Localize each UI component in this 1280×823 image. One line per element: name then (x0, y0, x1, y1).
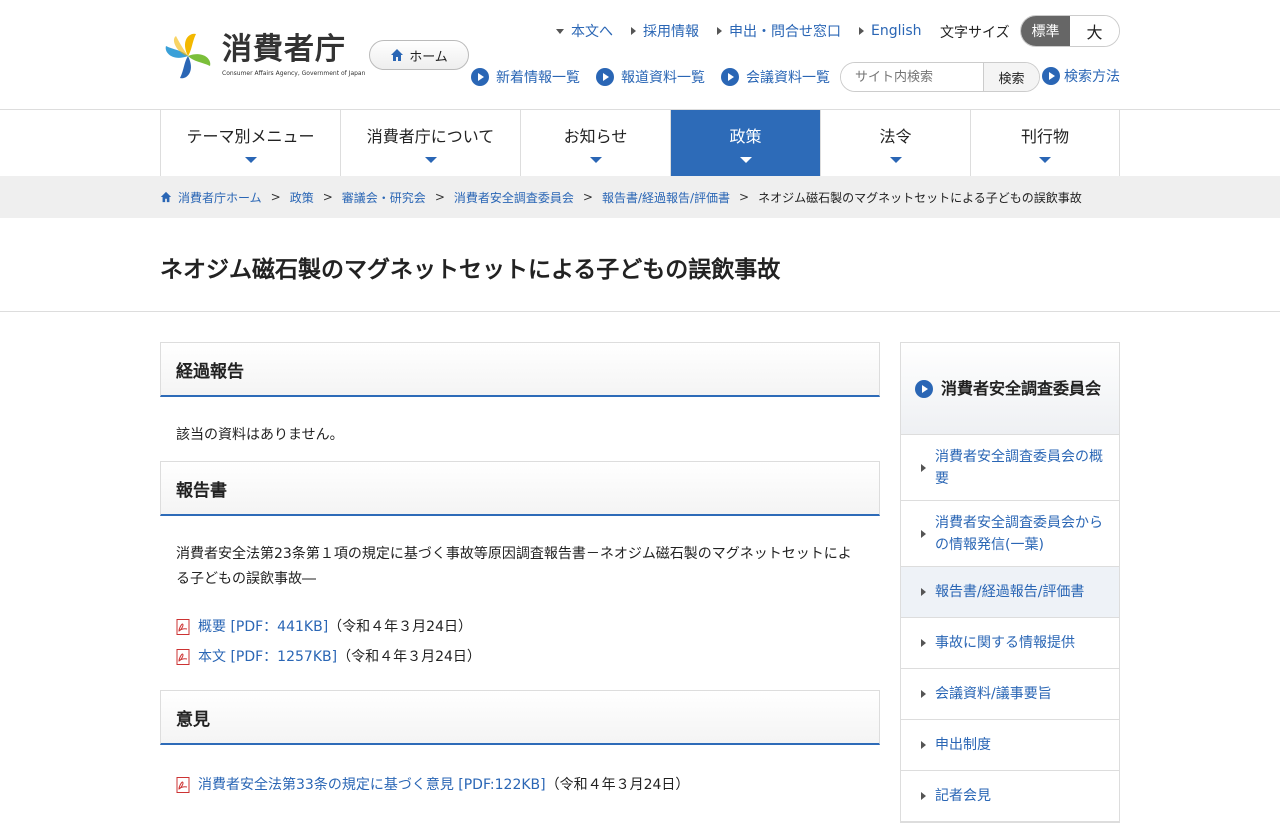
gnav-theme-menu[interactable]: テーマ別メニュー (161, 110, 341, 176)
press-release-list-link[interactable]: 報道資料一覧 (596, 67, 705, 87)
pdf-icon (176, 649, 190, 665)
breadcrumb-separator: > (582, 190, 593, 204)
recruit-link[interactable]: 採用情報 (631, 21, 699, 41)
sidebar-item-overview[interactable]: 消費者安全調査委員会の概要 (901, 435, 1119, 501)
main-content: 経過報告 該当の資料はありません。 報告書 消費者安全法第23条第１項の規定に基… (160, 342, 880, 800)
triangle-right-icon (921, 741, 926, 749)
global-nav: テーマ別メニュー 消費者庁について お知らせ 政策 法令 刊行物 (160, 110, 1120, 176)
triangle-right-icon (921, 792, 926, 800)
meeting-materials-link[interactable]: 会議資料一覧 (721, 67, 830, 87)
triangle-right-icon (921, 690, 926, 698)
no-materials-message: 該当の資料はありません。 (176, 427, 344, 443)
house-icon (160, 191, 172, 203)
breadcrumb-separator: > (322, 190, 333, 204)
site-search: 検索 (840, 62, 1040, 92)
contact-link[interactable]: 申出・問合せ窓口 (717, 21, 841, 41)
report-summary-pdf-link[interactable]: 概要 [PDF：441KB] (198, 615, 328, 639)
triangle-right-icon (859, 27, 864, 35)
search-help-link[interactable]: 検索方法 (1042, 66, 1120, 86)
sidebar-item-press-conference[interactable]: 記者会見 (901, 771, 1119, 822)
circle-arrow-icon (1042, 67, 1060, 85)
home-button-label: ホーム (409, 49, 448, 65)
pdf-icon (176, 777, 190, 793)
sidebar: 消費者安全調査委員会 消費者安全調査委員会の概要 消費者安全調査委員会からの情報… (900, 342, 1120, 823)
search-input[interactable] (841, 63, 983, 91)
triangle-right-icon (631, 27, 636, 35)
site-logo[interactable]: 消費者庁 Consumer Affairs Agency, Government… (160, 30, 365, 82)
triangle-right-icon (921, 588, 926, 596)
sidebar-item-info-leaflet[interactable]: 消費者安全調査委員会からの情報発信(一葉) (901, 501, 1119, 567)
list-item: 消費者安全法第33条の規定に基づく意見 [PDF:122KB] （令和４年３月2… (176, 770, 864, 800)
search-button[interactable]: 検索 (983, 63, 1039, 91)
opinion-file-list: 消費者安全法第33条の規定に基づく意見 [PDF:122KB] （令和４年３月2… (160, 745, 880, 800)
gnav-laws[interactable]: 法令 (821, 110, 971, 176)
triangle-right-icon (717, 27, 722, 35)
breadcrumb-policy[interactable]: 政策 (290, 189, 314, 206)
logo-title: 消費者庁 (222, 32, 346, 67)
page-title: ネオジム磁石製のマグネットセットによる子どもの誤飲事故 (160, 257, 781, 283)
sidebar-item-meeting-materials[interactable]: 会議資料/議事要旨 (901, 669, 1119, 720)
file-date: （令和４年３月24日） (545, 777, 690, 793)
home-button[interactable]: ホーム (369, 40, 469, 70)
caret-down-icon (889, 157, 902, 163)
circle-arrow-icon (915, 379, 933, 398)
english-link[interactable]: English (859, 23, 922, 39)
font-size-label: 文字サイズ (940, 25, 1010, 41)
gnav-news[interactable]: お知らせ (521, 110, 671, 176)
breadcrumb-current: ネオジム磁石製のマグネットセットによる子どもの誤飲事故 (758, 190, 1082, 205)
house-icon (391, 49, 404, 61)
news-list-link[interactable]: 新着情報一覧 (471, 67, 580, 87)
pinwheel-logo-icon (165, 33, 211, 79)
breadcrumb-separator: > (434, 190, 445, 204)
caret-down-icon (739, 157, 752, 163)
gnav-publications[interactable]: 刊行物 (971, 110, 1120, 176)
sidebar-item-reports[interactable]: 報告書/経過報告/評価書 (901, 567, 1119, 618)
section-heading-opinion: 意見 (160, 690, 880, 745)
caret-down-icon (589, 157, 602, 163)
report-body-pdf-link[interactable]: 本文 [PDF：1257KB] (198, 645, 337, 669)
sidebar-item-request-system[interactable]: 申出制度 (901, 720, 1119, 771)
section-heading-progress: 経過報告 (160, 342, 880, 397)
utility-links: 本文へ 採用情報 申出・問合せ窓口 English (556, 20, 940, 42)
file-date: （令和４年３月24日） (337, 649, 481, 665)
file-date: （令和４年３月24日） (328, 619, 472, 635)
breadcrumb: 消費者庁ホーム > 政策 > 審議会・研究会 > 消費者安全調査委員会 > 報告… (0, 176, 1280, 218)
list-item: 概要 [PDF：441KB] （令和４年３月24日） (176, 612, 864, 642)
section-heading-report: 報告書 (160, 461, 880, 516)
opinion-pdf-link[interactable]: 消費者安全法第33条の規定に基づく意見 [PDF:122KB] (198, 773, 546, 797)
triangle-right-icon (921, 529, 926, 538)
report-file-list: 概要 [PDF：441KB] （令和４年３月24日） 本文 [PDF：1257K… (160, 592, 880, 690)
triangle-down-icon (556, 28, 564, 34)
report-description: 消費者安全法第23条第１項の規定に基づく事故等原因調査報告書－ネオジム磁石製のマ… (176, 546, 852, 587)
quick-links: 新着情報一覧 報道資料一覧 会議資料一覧 (471, 66, 846, 88)
font-size-standard-button[interactable]: 標準 (1021, 16, 1070, 46)
circle-arrow-icon (596, 68, 614, 86)
sidebar-item-accident-info[interactable]: 事故に関する情報提供 (901, 618, 1119, 669)
site-header: 消費者庁 Consumer Affairs Agency, Government… (0, 0, 1280, 110)
circle-arrow-icon (721, 68, 739, 86)
breadcrumb-reports[interactable]: 報告書/経過報告/評価書 (602, 189, 730, 206)
breadcrumb-separator: > (270, 190, 281, 204)
caret-down-icon (244, 157, 257, 163)
skip-to-content-link[interactable]: 本文へ (556, 21, 613, 41)
caret-down-icon (424, 157, 437, 163)
gnav-about[interactable]: 消費者庁について (341, 110, 521, 176)
caret-down-icon (1039, 157, 1051, 163)
triangle-right-icon (921, 463, 926, 472)
logo-subtitle: Consumer Affairs Agency, Government of J… (222, 70, 366, 77)
pdf-icon (176, 619, 190, 635)
breadcrumb-home[interactable]: 消費者庁ホーム (178, 189, 262, 206)
breadcrumb-separator: > (739, 190, 750, 204)
list-item: 本文 [PDF：1257KB] （令和４年３月24日） (176, 642, 864, 672)
sidebar-heading[interactable]: 消費者安全調査委員会 (901, 343, 1119, 435)
circle-arrow-icon (471, 68, 489, 86)
triangle-right-icon (921, 639, 926, 647)
font-size-switch: 標準 大 (1020, 15, 1120, 47)
gnav-policy[interactable]: 政策 (671, 110, 821, 176)
page-title-area: ネオジム磁石製のマグネットセットによる子どもの誤飲事故 (0, 218, 1280, 312)
breadcrumb-committee[interactable]: 消費者安全調査委員会 (454, 189, 574, 206)
breadcrumb-councils[interactable]: 審議会・研究会 (342, 189, 426, 206)
font-size-large-button[interactable]: 大 (1070, 16, 1119, 46)
